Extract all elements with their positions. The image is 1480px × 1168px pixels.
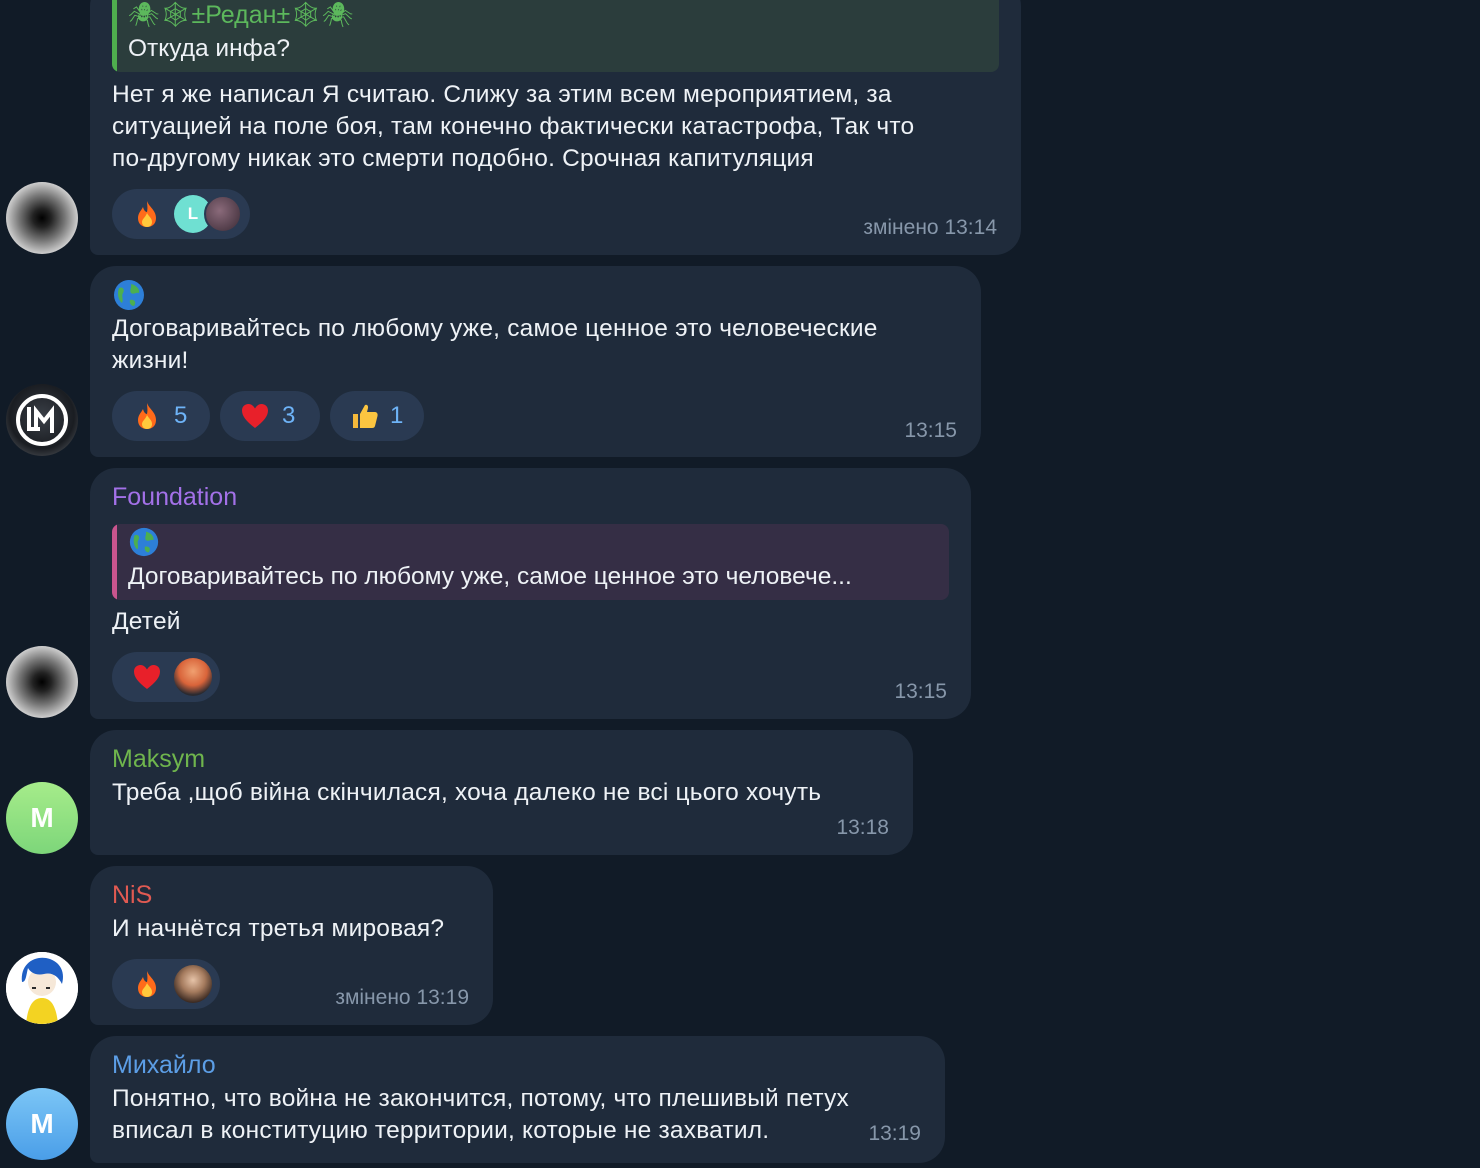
message-bubble[interactable]: Михайло Понятно, что война не закончится…	[90, 1036, 945, 1163]
message-bubble[interactable]: NiS И начнётся третья мировая? змінено 1…	[90, 866, 493, 1025]
message-text-line: Понятно, что война не закончится, потому…	[112, 1085, 849, 1112]
user-avatar[interactable]	[6, 384, 78, 456]
quote-bar	[112, 524, 117, 600]
message-text-line: ситуацией на поле боя, там конечно факти…	[112, 113, 915, 140]
message-bubble[interactable]: Maksym Треба ,щоб війна скінчилася, хоча…	[90, 730, 913, 855]
quote-author-name: ±Редан±	[191, 1, 291, 29]
message-text: И начнётся третья мировая?	[112, 915, 445, 942]
reaction-count: 3	[282, 402, 296, 429]
message-text-line: вписал в конституцию территории, которые…	[112, 1117, 770, 1144]
globe-icon	[129, 527, 159, 557]
user-avatar[interactable]: M	[6, 1088, 78, 1160]
lm-logo-icon	[16, 394, 68, 446]
message-text: Понятно, что война не закончится, потому…	[112, 1083, 849, 1147]
message-author[interactable]: Maksym	[112, 744, 205, 774]
quote-text: Откуда инфа?	[128, 35, 291, 62]
quote-bar	[112, 0, 117, 72]
fire-icon	[138, 201, 156, 227]
chat-history: 🕷🕸±Редан±🕸🕷 Откуда инфа? Нет я же написа…	[0, 0, 1480, 1168]
message-time: змінено 13:14	[863, 216, 997, 239]
reactor-avatar	[204, 195, 242, 233]
profile-illustration-icon	[6, 952, 78, 1024]
message-text-line: Договаривайтесь по любому уже, самое цен…	[112, 315, 878, 342]
user-avatar[interactable]	[6, 952, 78, 1024]
reaction-fire[interactable]	[112, 959, 220, 1009]
reaction-thumbs-up[interactable]: 1	[330, 391, 424, 441]
message-text: Треба ,щоб війна скінчилася, хоча далеко…	[112, 779, 822, 806]
message-bubble[interactable]: Foundation Договаривайтесь по любому уже…	[90, 468, 971, 719]
web-icon: 🕸	[159, 1, 192, 29]
reactor-avatar	[174, 658, 212, 696]
message-text: Детей	[112, 608, 181, 635]
reactor-avatar	[174, 965, 212, 1003]
message-bubble[interactable]: 🕷🕸±Редан±🕸🕷 Откуда инфа? Нет я же написа…	[90, 0, 1021, 255]
user-avatar[interactable]	[6, 182, 78, 254]
web-icon: 🕸	[290, 1, 322, 29]
spider-icon: 🕷	[321, 1, 354, 29]
message-text-line: жизни!	[112, 347, 189, 374]
message-time: 13:15	[904, 419, 957, 442]
message-text-line: по-другому никак это смерти подобно. Сро…	[112, 145, 814, 172]
message-text: Договаривайтесь по любому уже, самое цен…	[112, 313, 878, 377]
reply-quote[interactable]: 🕷🕸±Редан±🕸🕷 Откуда инфа?	[112, 0, 999, 72]
message-time: 13:19	[868, 1122, 921, 1145]
message-author[interactable]: Foundation	[112, 482, 237, 512]
reaction-count: 5	[174, 402, 188, 429]
user-avatar[interactable]	[6, 646, 78, 718]
fire-icon	[138, 403, 156, 429]
fire-icon	[138, 971, 156, 997]
globe-icon	[114, 280, 144, 310]
reply-quote[interactable]: Договаривайтесь по любому уже, самое цен…	[112, 524, 949, 600]
reaction-fire[interactable]: L	[112, 189, 250, 239]
avatar-initial: M	[30, 1108, 54, 1139]
reaction-count: 1	[390, 402, 404, 429]
avatar-initial: M	[30, 802, 54, 833]
thumbs-up-icon	[353, 404, 378, 428]
message-time: 13:15	[894, 680, 947, 703]
quote-text: Договаривайтесь по любому уже, самое цен…	[128, 563, 852, 590]
message-author[interactable]: NiS	[112, 880, 152, 910]
message-time: змінено 13:19	[335, 986, 469, 1009]
user-avatar[interactable]: M	[6, 782, 78, 854]
message-time: 13:18	[836, 816, 889, 839]
quote-author: 🕷🕸±Редан±🕸🕷	[128, 0, 354, 30]
heart-icon	[242, 404, 268, 428]
heart-icon	[134, 665, 160, 689]
reaction-heart[interactable]: 3	[220, 391, 320, 441]
spider-icon: 🕷	[128, 1, 160, 29]
reaction-heart[interactable]	[112, 652, 220, 702]
reaction-fire[interactable]: 5	[112, 391, 210, 441]
message-author[interactable]: Михайло	[112, 1050, 216, 1080]
message-text: Нет я же написал Я считаю. Слижу за этим…	[112, 79, 914, 175]
message-bubble[interactable]: Договаривайтесь по любому уже, самое цен…	[90, 266, 981, 457]
message-text-line: Нет я же написал Я считаю. Слижу за этим…	[112, 81, 892, 108]
